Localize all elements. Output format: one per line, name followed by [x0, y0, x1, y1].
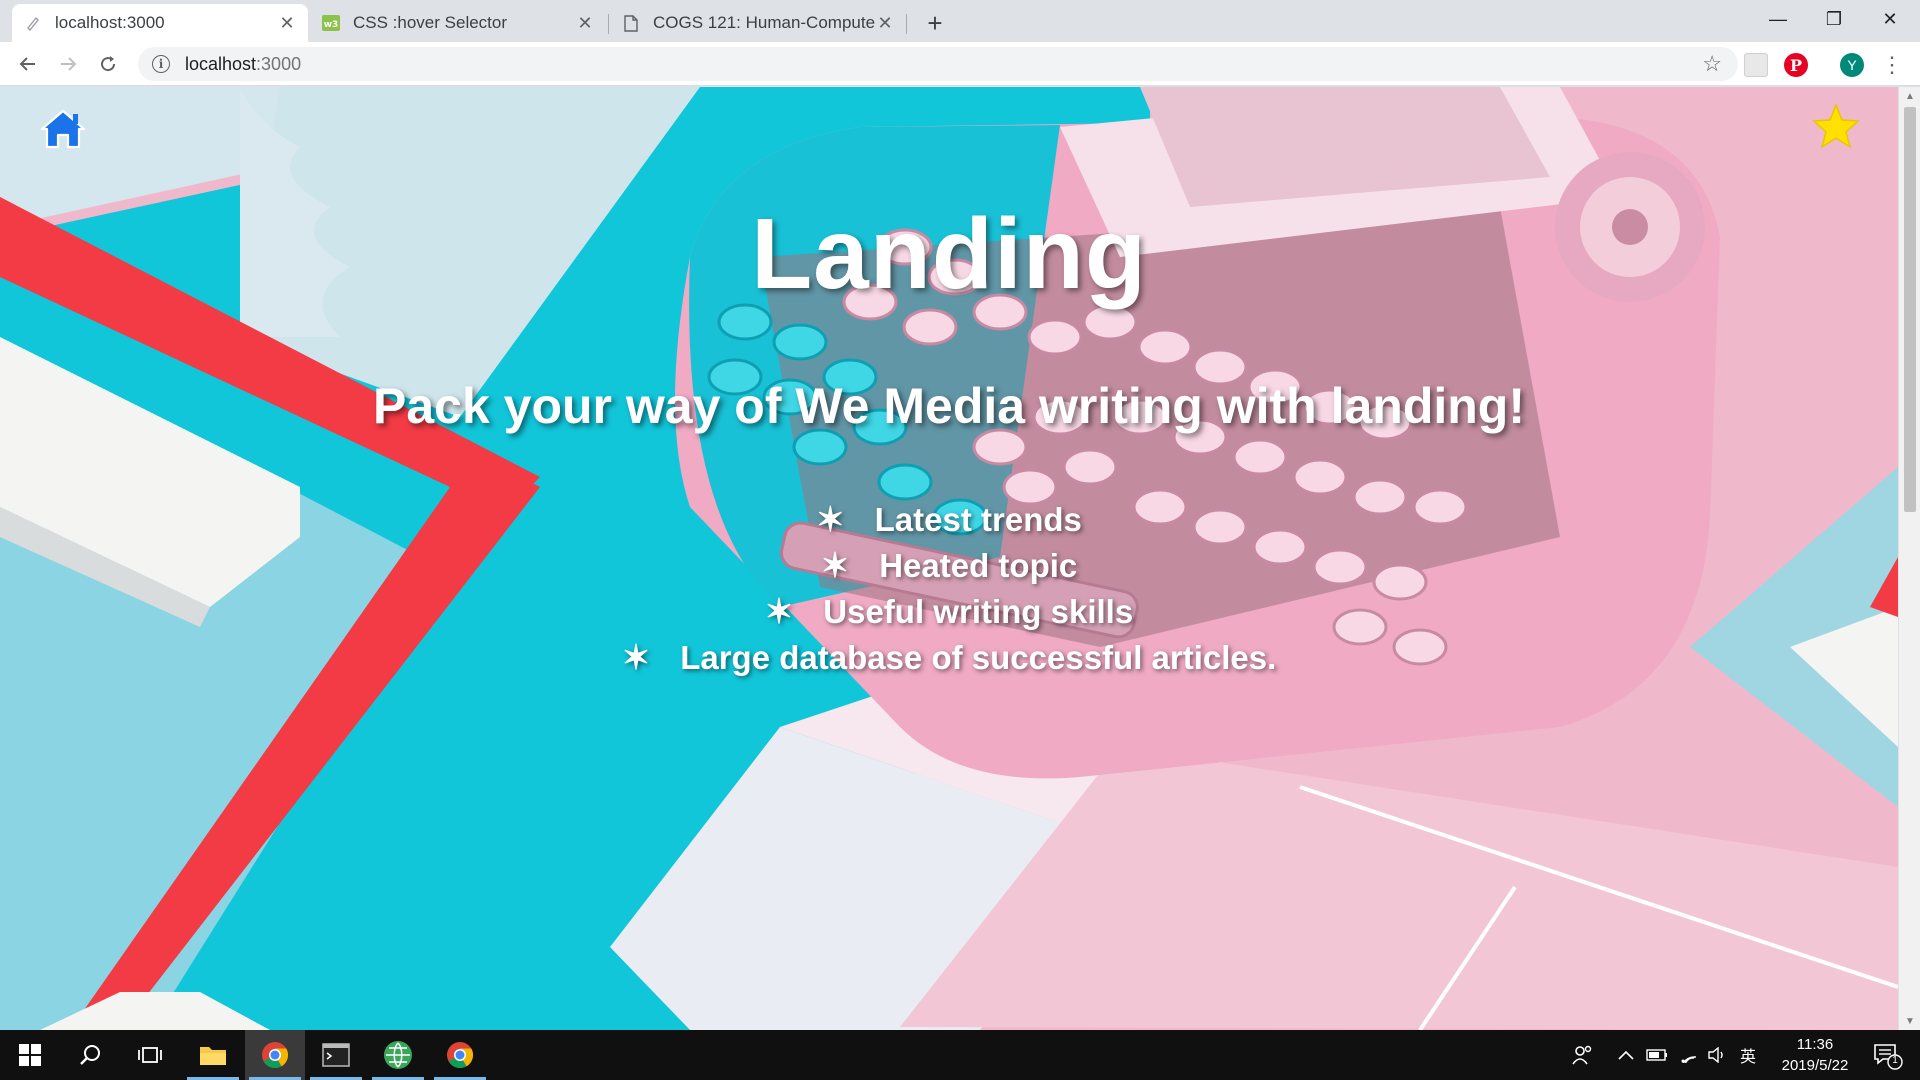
tab-divider: [608, 14, 609, 34]
forward-button[interactable]: [52, 48, 84, 80]
tab-title: COGS 121: Human-Computer: [653, 13, 876, 32]
site-info-icon[interactable]: i: [152, 55, 170, 73]
input-method-indicator[interactable]: 英: [1736, 1030, 1760, 1080]
close-window-button[interactable]: ✕: [1862, 0, 1918, 38]
tab-cogs121[interactable]: COGS 121: Human-Computer ✕: [610, 4, 906, 42]
chrome-taskbar-button-2[interactable]: [430, 1030, 490, 1080]
windows-taskbar: 英 11:36 2019/5/22 1: [0, 1030, 1920, 1080]
bookmark-star-icon[interactable]: ☆: [1702, 51, 1722, 77]
feature-text: Useful writing skills: [823, 593, 1134, 630]
scrollbar-thumb[interactable]: [1904, 107, 1916, 512]
file-explorer-button[interactable]: [183, 1030, 243, 1080]
clock-time: 11:36: [1796, 1036, 1834, 1053]
back-arrow-icon: [19, 57, 35, 71]
page-viewport: Landing Pack your way of We Media writin…: [0, 87, 1898, 1030]
windows-logo-icon: [19, 1044, 41, 1066]
volume-icon[interactable]: [1706, 1030, 1730, 1080]
restore-button[interactable]: ❐: [1806, 0, 1862, 38]
chrome-icon: [447, 1042, 474, 1069]
forward-arrow-icon: [61, 57, 77, 71]
extension-icon[interactable]: [1744, 53, 1768, 77]
tab-localhost[interactable]: localhost:3000 ✕: [12, 4, 308, 42]
new-tab-button[interactable]: +: [920, 8, 950, 38]
back-button[interactable]: [12, 48, 44, 80]
pinterest-icon[interactable]: P: [1784, 53, 1808, 77]
profile-avatar[interactable]: Y: [1840, 53, 1864, 77]
url-text[interactable]: localhost:3000: [185, 54, 301, 75]
home-icon[interactable]: [40, 109, 86, 149]
vertical-scrollbar[interactable]: ▲ ▼: [1898, 87, 1920, 1030]
tab-title: CSS :hover Selector: [353, 13, 508, 32]
battery-icon[interactable]: [1644, 1030, 1670, 1080]
list-item: ✶ Useful writing skills: [0, 589, 1898, 635]
task-view-button[interactable]: [120, 1030, 180, 1080]
browser-toolbar: i localhost:3000 ☆ P Y ⋮: [0, 42, 1920, 86]
start-button[interactable]: [0, 1030, 60, 1080]
tab-css-hover[interactable]: w3 CSS :hover Selector ✕: [310, 4, 606, 42]
tab-divider: [906, 14, 907, 34]
feature-list: ✶ Latest trends ✶ Heated topic ✶ Useful wri…: [0, 497, 1898, 681]
document-icon: [622, 14, 640, 32]
page-subtitle: Pack your way of We Media writing with l…: [372, 378, 1525, 434]
chrome-icon: [262, 1042, 289, 1069]
scroll-up-icon[interactable]: ▲: [1899, 87, 1920, 105]
tab-close-icon[interactable]: ✕: [876, 13, 894, 33]
search-icon: [80, 1045, 100, 1065]
star-bullet-icon: ✶: [820, 547, 850, 585]
system-clock[interactable]: 11:36 2019/5/22: [1760, 1034, 1870, 1076]
notification-count: 1: [1892, 1055, 1898, 1066]
chrome-menu-icon[interactable]: ⋮: [1881, 52, 1903, 77]
folder-icon: [200, 1047, 226, 1065]
app-button[interactable]: [368, 1030, 428, 1080]
chrome-taskbar-button[interactable]: [245, 1030, 305, 1080]
chevron-up-icon[interactable]: [1614, 1030, 1638, 1080]
scroll-down-icon[interactable]: ▼: [1899, 1012, 1920, 1030]
address-bar[interactable]: i localhost:3000 ☆: [138, 47, 1738, 81]
minimize-button[interactable]: —: [1750, 0, 1806, 38]
page-title: Landing: [751, 198, 1147, 310]
tab-close-icon[interactable]: ✕: [576, 13, 594, 33]
page-icon: [24, 14, 42, 32]
action-center-button[interactable]: 1: [1873, 1042, 1903, 1070]
globe-app-icon: [384, 1041, 412, 1069]
people-icon[interactable]: [1568, 1030, 1598, 1080]
terminal-icon: [322, 1043, 350, 1067]
w3schools-icon: w3: [322, 14, 340, 32]
terminal-button[interactable]: [306, 1030, 366, 1080]
tab-title: localhost:3000: [55, 13, 165, 32]
svg-text:w3: w3: [324, 20, 339, 30]
feature-text: Large database of successful articles.: [680, 639, 1277, 676]
list-item: ✶ Heated topic: [0, 543, 1898, 589]
star-icon[interactable]: [1812, 103, 1860, 149]
reload-icon: [101, 56, 116, 72]
tab-strip: localhost:3000 ✕ w3 CSS :hover Selector …: [0, 0, 1920, 42]
wifi-icon[interactable]: [1676, 1030, 1702, 1080]
hero-section: Landing Pack your way of We Media writin…: [0, 87, 1898, 1030]
feature-text: Latest trends: [874, 501, 1082, 538]
tab-close-icon[interactable]: ✕: [278, 13, 296, 33]
clock-date: 2019/5/22: [1781, 1057, 1849, 1074]
list-item: ✶ Large database of successful articles.: [0, 635, 1898, 681]
star-bullet-icon: ✶: [816, 501, 845, 539]
star-bullet-icon: ✶: [764, 593, 794, 631]
list-item: ✶ Latest trends: [0, 497, 1898, 543]
reload-button[interactable]: [92, 48, 124, 80]
feature-text: Heated topic: [879, 547, 1078, 584]
task-view-icon: [138, 1047, 162, 1063]
star-bullet-icon: ✶: [621, 639, 651, 677]
search-button[interactable]: [60, 1030, 120, 1080]
